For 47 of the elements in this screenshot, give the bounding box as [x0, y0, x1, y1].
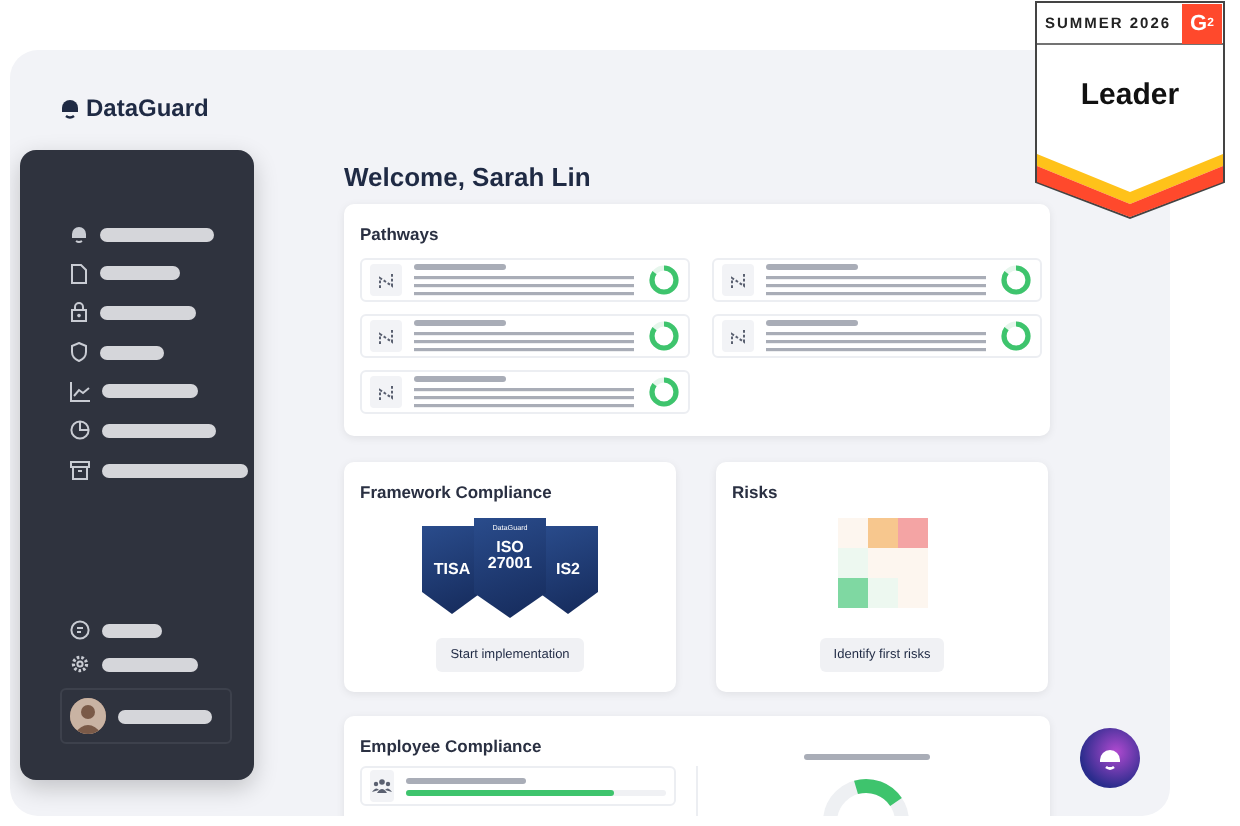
label-placeholder[interactable] — [100, 345, 164, 360]
label-placeholder[interactable] — [102, 384, 198, 399]
mascot-icon — [1096, 744, 1124, 772]
document-icon — [70, 263, 88, 284]
label-placeholder[interactable] — [100, 266, 180, 281]
label-placeholder — [406, 777, 526, 783]
label-placeholder[interactable] — [102, 623, 162, 637]
route-icon — [370, 264, 402, 296]
shield-icon — [70, 342, 88, 363]
chat-icon — [70, 620, 90, 640]
avatar — [70, 698, 106, 734]
progress-ring — [648, 376, 680, 408]
progress-ring — [648, 264, 680, 296]
settings-icon — [70, 654, 90, 674]
line-chart-icon — [70, 381, 90, 402]
label-placeholder[interactable] — [102, 463, 248, 478]
card-title: Framework Compliance — [360, 482, 552, 502]
badge-label: IS2 — [553, 561, 582, 579]
route-icon — [370, 376, 402, 408]
badge-label: ISO 27001 — [485, 539, 535, 574]
pie-chart-icon — [70, 420, 90, 441]
label-placeholder[interactable] — [100, 227, 214, 241]
route-icon — [722, 320, 754, 352]
label-placeholder — [803, 754, 929, 760]
card-title: Risks — [732, 482, 778, 502]
mascot-icon — [70, 224, 88, 244]
badge-label: TISA — [431, 561, 473, 579]
label-placeholder[interactable] — [100, 305, 196, 320]
progress-ring — [1000, 264, 1032, 296]
g2-logo: G$^{2}$ — [1182, 3, 1222, 43]
people-icon — [370, 770, 394, 802]
lock-icon — [70, 302, 88, 323]
label-placeholder[interactable] — [102, 657, 198, 671]
label-placeholder[interactable] — [102, 423, 216, 438]
progress-ring — [1000, 320, 1032, 352]
user-profile[interactable] — [60, 688, 232, 744]
award-title: Leader — [1078, 78, 1182, 112]
card-title: Employee Compliance — [360, 736, 544, 756]
logo-icon — [60, 96, 80, 120]
card-title: Pathways — [360, 224, 441, 244]
route-icon — [722, 264, 754, 296]
welcome-heading: Welcome, Sarah Lin — [344, 162, 593, 192]
route-icon — [370, 320, 402, 352]
brand-name: DataGuard — [86, 94, 209, 122]
archive-icon — [70, 460, 90, 481]
label-placeholder — [118, 709, 212, 723]
progress-ring — [648, 320, 680, 352]
